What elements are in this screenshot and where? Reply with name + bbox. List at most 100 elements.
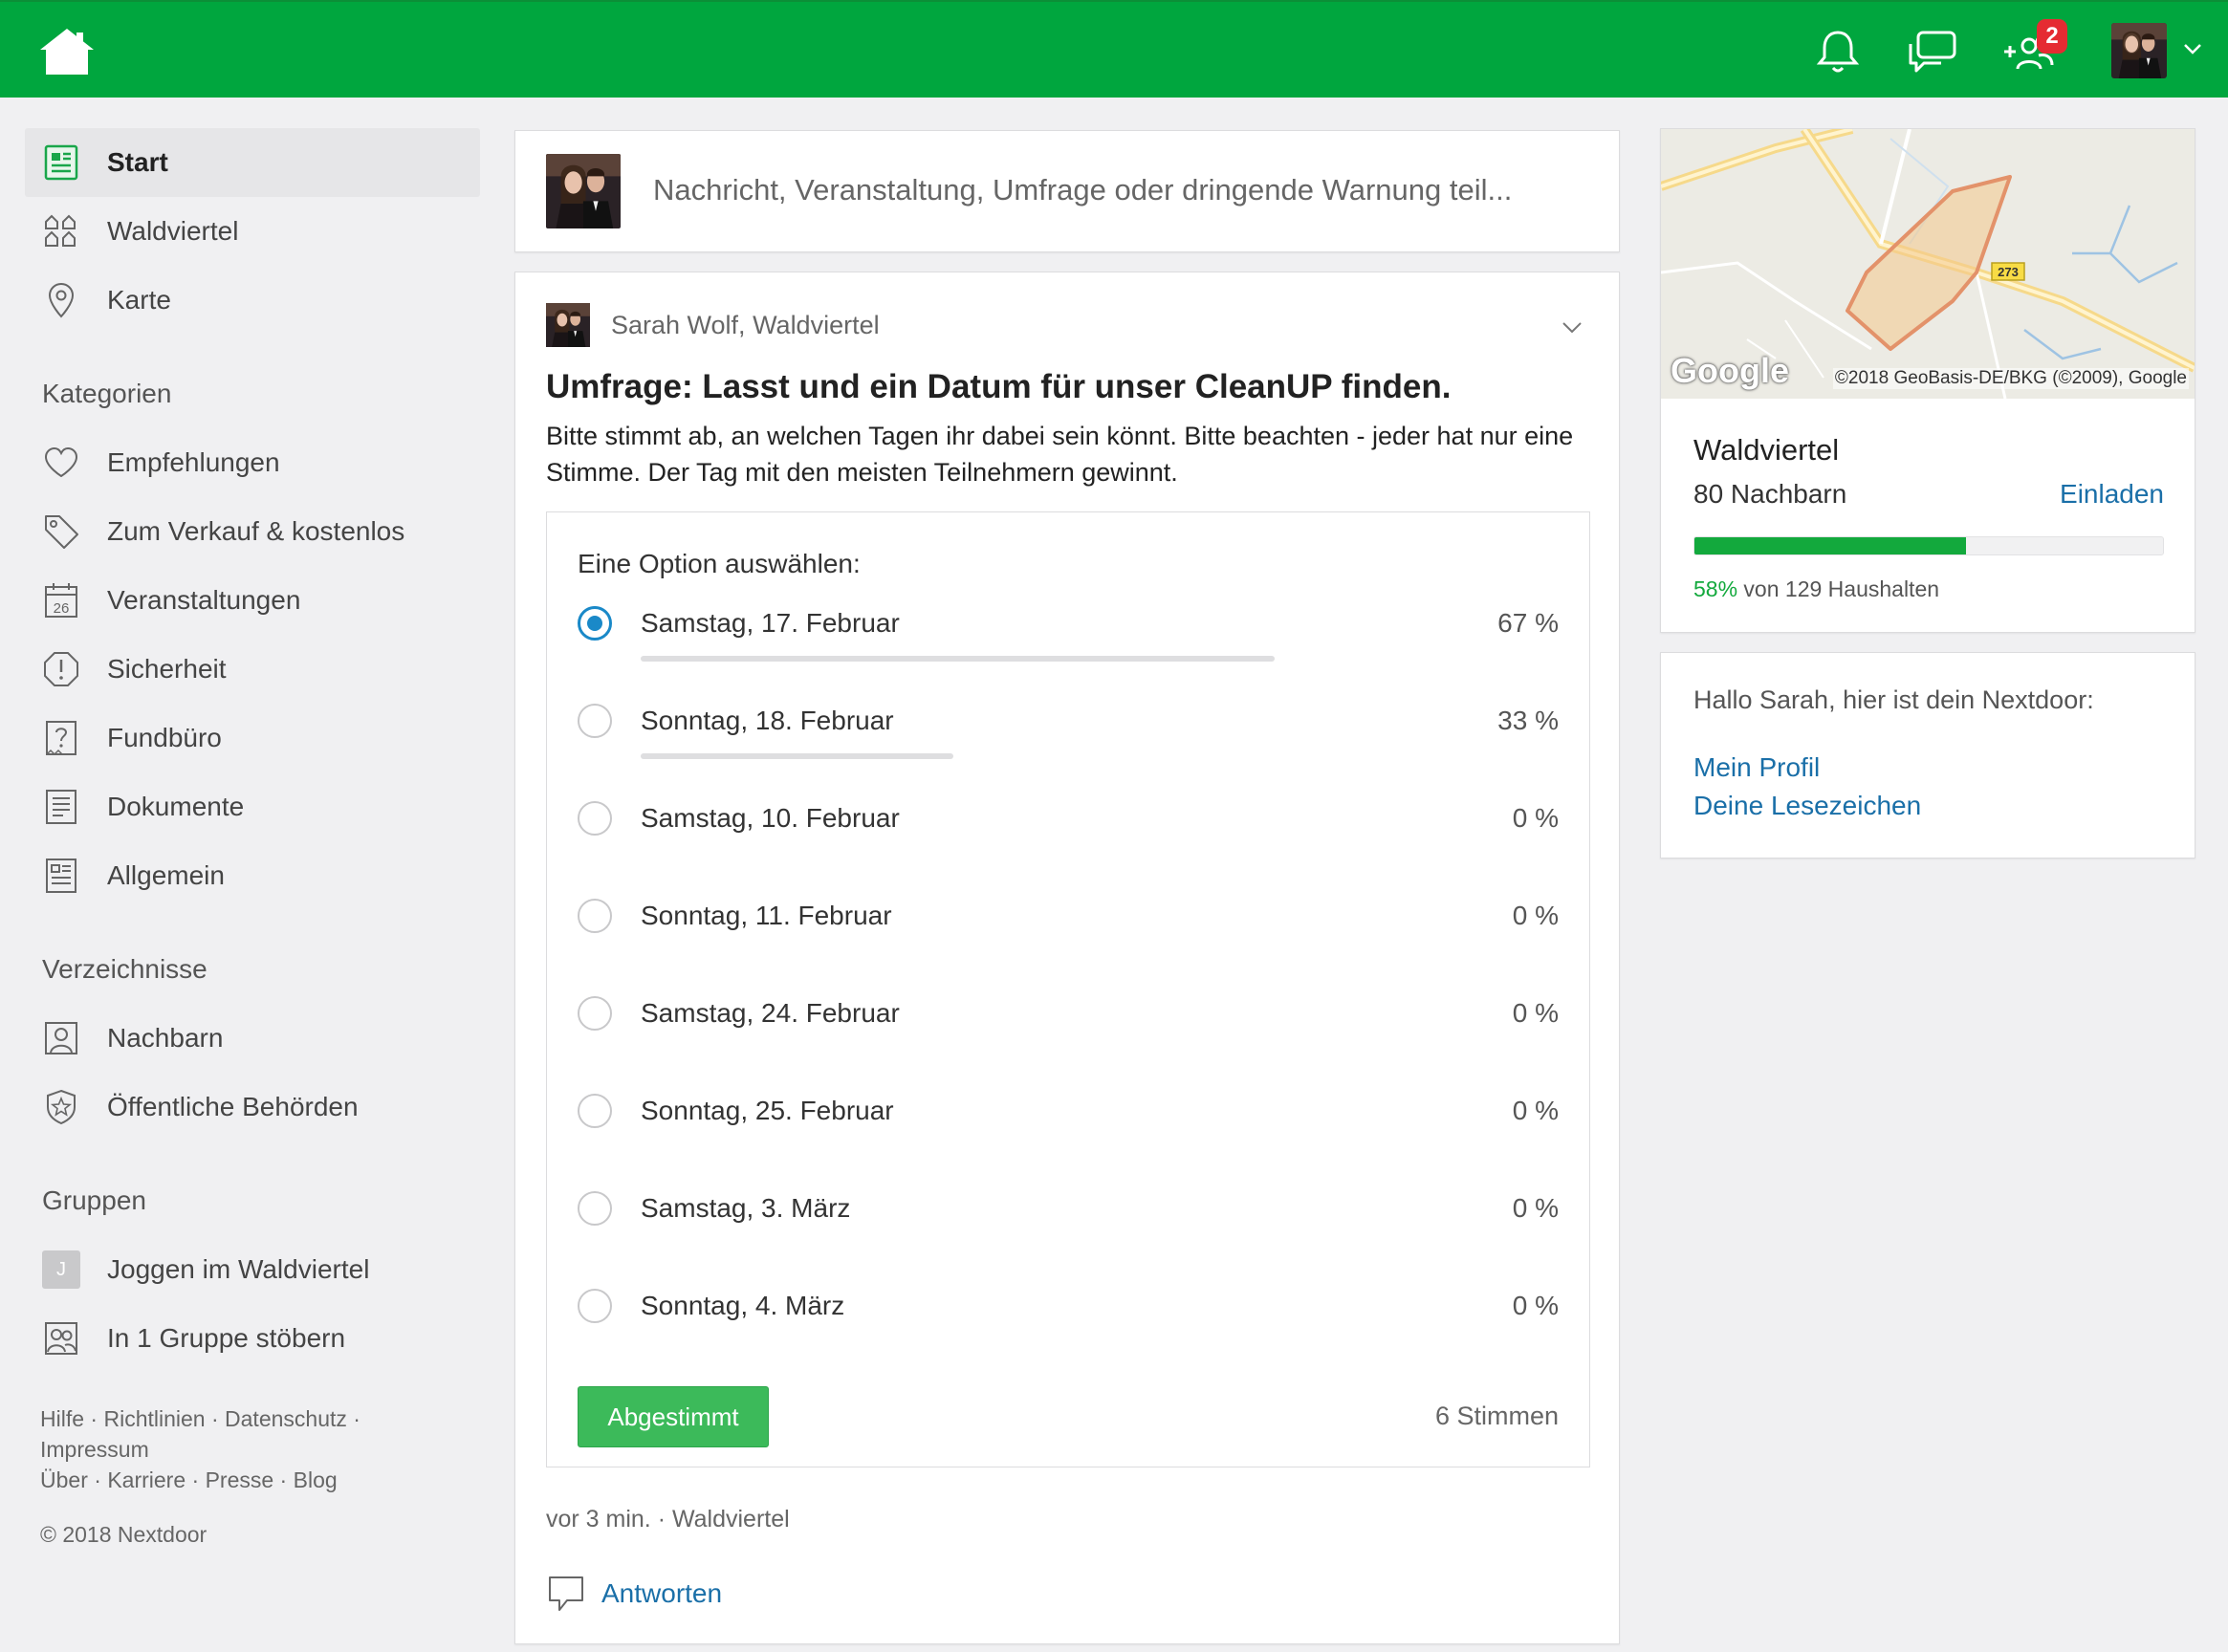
- poll-option[interactable]: Sonntag, 25. Februar 0 %: [547, 1080, 1589, 1166]
- composer-placeholder[interactable]: Nachricht, Veranstaltung, Umfrage oder d…: [653, 173, 1512, 207]
- poll-option[interactable]: Samstag, 10. Februar 0 %: [547, 788, 1589, 874]
- footer-link-privacy[interactable]: Datenschutz: [225, 1406, 347, 1431]
- poll-option[interactable]: Samstag, 3. März 0 %: [547, 1178, 1589, 1264]
- top-navigation-bar: 2: [0, 0, 2228, 98]
- welcome-card: Hallo Sarah, hier ist dein Nextdoor: Mei…: [1660, 652, 2195, 859]
- poll-option[interactable]: Sonntag, 18. Februar 33 %: [547, 690, 1589, 776]
- poll-option[interactable]: Sonntag, 11. Februar 0 %: [547, 885, 1589, 971]
- poll-option-radio[interactable]: [578, 704, 612, 738]
- nav-label: Start: [107, 147, 168, 177]
- poll-option-radio[interactable]: [578, 996, 612, 1031]
- poll-option-label: Sonntag, 4. März: [641, 1291, 845, 1320]
- user-avatar[interactable]: [2111, 23, 2167, 78]
- poll-option-radio[interactable]: [578, 801, 612, 836]
- heart-icon: [44, 446, 78, 478]
- poll-option-label: Samstag, 3. März: [641, 1193, 851, 1223]
- general-icon: [46, 859, 76, 893]
- author-avatar[interactable]: [546, 303, 590, 347]
- category-events[interactable]: 26 Veranstaltungen: [25, 566, 480, 635]
- categories-heading: Kategorien: [42, 379, 172, 408]
- nav-label: Joggen im Waldviertel: [107, 1254, 370, 1284]
- category-recommendations[interactable]: Empfehlungen: [25, 428, 480, 497]
- footer-link-blog[interactable]: Blog: [294, 1467, 338, 1492]
- home-icon[interactable]: [36, 25, 98, 78]
- chevron-down-icon[interactable]: [1560, 315, 1584, 339]
- poll-option-radio[interactable]: [578, 1191, 612, 1226]
- tag-icon: [45, 515, 78, 549]
- bell-icon[interactable]: [1809, 25, 1867, 78]
- footer-link-help[interactable]: Hilfe: [40, 1406, 84, 1431]
- poll-option-percent: 0 %: [1512, 1096, 1559, 1125]
- poll-option-radio[interactable]: [578, 899, 612, 933]
- poll-option-radio[interactable]: [578, 1289, 612, 1323]
- reply-button[interactable]: Antworten: [546, 1573, 722, 1615]
- footer-link-press[interactable]: Presse: [206, 1467, 274, 1492]
- post-composer[interactable]: Nachricht, Veranstaltung, Umfrage oder d…: [514, 130, 1620, 252]
- voted-button[interactable]: Abgestimmt: [578, 1386, 769, 1447]
- household-percent: 58%: [1693, 576, 1738, 601]
- poll-option-percent: 0 %: [1512, 901, 1559, 930]
- poll: Eine Option auswählen: Samstag, 17. Febr…: [546, 511, 1590, 1467]
- footer-link-guidelines[interactable]: Richtlinien: [103, 1406, 205, 1431]
- composer-avatar: [546, 154, 621, 228]
- directory-public-agencies[interactable]: Öffentliche Behörden: [25, 1073, 480, 1141]
- poll-post: Sarah Wolf, Waldviertel Umfrage: Lasst u…: [514, 272, 1620, 1644]
- map-logo: Google: [1671, 351, 1789, 390]
- nav-label: Sicherheit: [107, 654, 227, 684]
- directory-neighbors[interactable]: Nachbarn: [25, 1004, 480, 1073]
- bookmarks-link[interactable]: Deine Lesezeichen: [1693, 791, 1921, 821]
- poll-option-radio[interactable]: [578, 606, 612, 641]
- nav-label: In 1 Gruppe stöbern: [107, 1323, 346, 1353]
- nav-label: Nachbarn: [107, 1023, 224, 1053]
- poll-option[interactable]: Samstag, 17. Februar 67 %: [547, 593, 1589, 679]
- poll-option-label: Samstag, 24. Februar: [641, 998, 900, 1028]
- post-author[interactable]: Sarah Wolf, Waldviertel: [611, 311, 880, 340]
- nav-map[interactable]: Karte: [25, 266, 480, 335]
- calendar-day: 26: [54, 600, 70, 617]
- poll-option[interactable]: Sonntag, 4. März 0 %: [547, 1275, 1589, 1361]
- poll-option[interactable]: Samstag, 24. Februar 0 %: [547, 983, 1589, 1069]
- notification-badge: 2: [2037, 19, 2067, 54]
- poll-option-radio[interactable]: [578, 1094, 612, 1128]
- calendar-icon: 26: [45, 583, 77, 618]
- browse-groups[interactable]: In 1 Gruppe stöbern: [25, 1304, 480, 1373]
- poll-option-label: Samstag, 10. Februar: [641, 803, 900, 833]
- reply-label: Antworten: [601, 1578, 723, 1608]
- browse-groups-icon: [45, 1322, 77, 1355]
- neighborhood-name[interactable]: Waldviertel: [1693, 433, 1839, 467]
- nav-label: Öffentliche Behörden: [107, 1092, 359, 1121]
- nav-label: Empfehlungen: [107, 447, 280, 477]
- footer-link-about[interactable]: Über: [40, 1467, 88, 1492]
- neighborhood-map[interactable]: 273 Google ©2018 GeoBasis-DE/BKG (©2009)…: [1661, 129, 2195, 399]
- chevron-down-icon[interactable]: [2182, 38, 2203, 59]
- post-body: Bitte stimmt ab, an welchen Tagen ihr da…: [546, 422, 1574, 487]
- nav-start[interactable]: Start: [25, 128, 480, 197]
- household-stats: 58% von 129 Haushalten: [1693, 576, 1939, 602]
- poll-option-label: Sonntag, 11. Februar: [641, 901, 892, 930]
- category-safety[interactable]: Sicherheit: [25, 635, 480, 704]
- poll-option-percent: 0 %: [1512, 1193, 1559, 1223]
- road-label: 273: [1998, 265, 2019, 279]
- welcome-text: Hallo Sarah, hier ist dein Nextdoor:: [1693, 685, 2094, 714]
- nav-label: Allgemein: [107, 860, 225, 890]
- post-meta: vor 3 min. · Waldviertel: [546, 1506, 790, 1532]
- nav-label: Dokumente: [107, 792, 245, 821]
- chat-icon[interactable]: [1903, 25, 1960, 78]
- group-jogging[interactable]: J Joggen im Waldviertel: [25, 1235, 480, 1304]
- household-total: von 129 Haushalten: [1737, 576, 1940, 601]
- footer-link-careers[interactable]: Karriere: [107, 1467, 186, 1492]
- avatar-photo: [2111, 23, 2167, 78]
- poll-option-result-bar: [641, 753, 953, 759]
- category-for-sale[interactable]: Zum Verkauf & kostenlos: [25, 497, 480, 566]
- group-badge: J: [42, 1250, 80, 1289]
- category-general[interactable]: Allgemein: [25, 841, 480, 910]
- poll-option-percent: 0 %: [1512, 803, 1559, 833]
- footer-link-imprint[interactable]: Impressum: [40, 1437, 149, 1462]
- invite-link[interactable]: Einladen: [2060, 479, 2164, 510]
- nav-neighborhood[interactable]: Waldviertel: [25, 197, 480, 266]
- category-lost-found[interactable]: Fundbüro: [25, 704, 480, 772]
- footer-links: Hilfe · Richtlinien · Datenschutz · Impr…: [40, 1406, 360, 1492]
- badge-icon: [47, 1089, 76, 1125]
- my-profile-link[interactable]: Mein Profil: [1693, 752, 1820, 783]
- category-documents[interactable]: Dokumente: [25, 772, 480, 841]
